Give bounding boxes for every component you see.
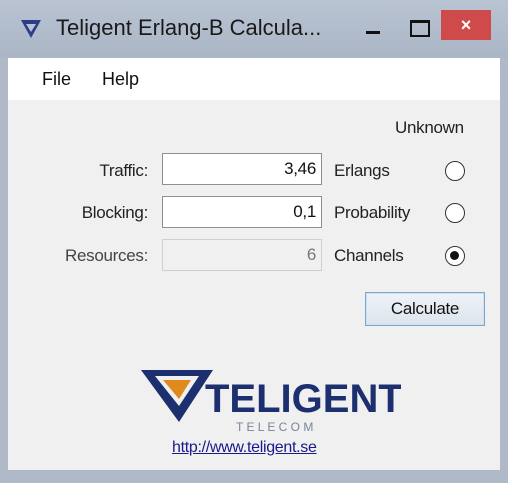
teligent-telecom-logo: TELIGENT T E L E C O M	[141, 370, 401, 434]
traffic-unknown-radio[interactable]	[445, 161, 465, 181]
blocking-unknown-radio[interactable]	[445, 203, 465, 223]
traffic-unit: Erlangs	[334, 161, 390, 180]
logo-wordmark: TELIGENT	[205, 377, 401, 421]
logo-tagline: T E L E C O M	[236, 420, 313, 434]
close-button[interactable]: ×	[441, 10, 491, 40]
blocking-label: Blocking:	[81, 203, 149, 222]
menu-file[interactable]: File	[42, 69, 71, 90]
blocking-unit: Probability	[334, 203, 411, 222]
minimize-button[interactable]	[359, 10, 389, 46]
teligent-app-icon	[21, 20, 41, 38]
menu-bar: File Help	[8, 58, 500, 100]
website-link[interactable]: http://www.teligent.se	[172, 439, 317, 457]
unknown-header: Unknown	[395, 118, 464, 137]
calculate-button[interactable]: Calculate	[365, 292, 485, 326]
app-window: Teligent Erlang-B Calcula... × File Help…	[0, 0, 508, 483]
resources-label: Resources:	[65, 246, 148, 265]
menu-help[interactable]: Help	[102, 69, 139, 90]
window-title: Teligent Erlang-B Calcula...	[56, 15, 322, 40]
traffic-label: Traffic:	[99, 161, 148, 180]
blocking-input[interactable]: 0,1	[162, 196, 322, 228]
maximize-button[interactable]	[401, 10, 437, 46]
radio-selected-dot	[450, 251, 459, 260]
resources-input: 6	[162, 239, 322, 271]
title-bar[interactable]: Teligent Erlang-B Calcula... ×	[0, 0, 508, 58]
traffic-input[interactable]: 3,46	[162, 153, 322, 185]
resources-unit: Channels	[334, 246, 404, 265]
resources-unknown-radio[interactable]	[445, 246, 465, 266]
client-area: File Help Unknown Traffic: 3,46 Erlangs …	[8, 58, 500, 470]
